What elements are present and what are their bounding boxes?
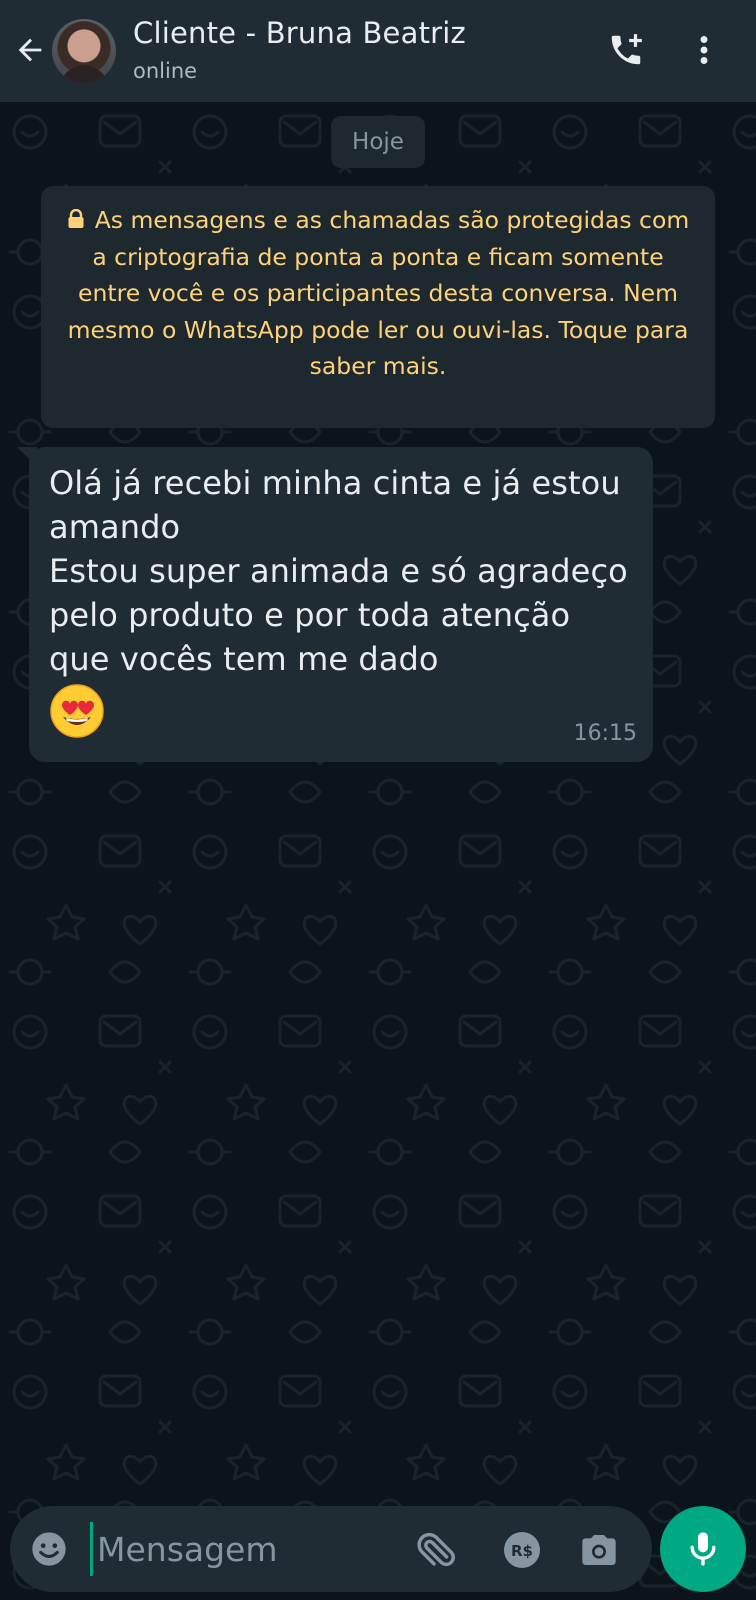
message-bubble-incoming[interactable]: Olá já recebi minha cinta e já estou ama…: [29, 447, 653, 762]
avatar-figure: [60, 65, 108, 83]
message-text: Olá já recebi minha cinta e já estou ama…: [49, 464, 628, 678]
date-chip: Hoje: [331, 116, 425, 168]
arrow-left-icon: [18, 38, 42, 62]
voice-message-button[interactable]: [660, 1506, 746, 1592]
chat-area[interactable]: Hoje As mensagens e as chamadas são prot…: [0, 102, 756, 1600]
emoji-icon: [32, 1532, 66, 1566]
message-timestamp: 16:15: [573, 721, 637, 746]
payment-brl-icon: R$: [504, 1532, 540, 1568]
add-call-icon: [611, 34, 642, 65]
emoji-button[interactable]: [28, 1528, 70, 1570]
camera-button[interactable]: [576, 1528, 622, 1572]
attach-button[interactable]: [414, 1526, 460, 1572]
encryption-notice[interactable]: As mensagens e as chamadas são protegida…: [41, 186, 715, 428]
more-options-button[interactable]: [684, 28, 724, 72]
chat-header: Cliente - Bruna Beatriz online: [0, 0, 756, 102]
back-button[interactable]: [10, 30, 50, 70]
avatar[interactable]: [52, 19, 116, 83]
paperclip-icon: [417, 1532, 455, 1567]
more-vert-icon: [700, 36, 708, 64]
encryption-notice-text: As mensagens e as chamadas são protegida…: [67, 206, 690, 380]
contact-status: online: [133, 59, 198, 83]
message-composer: R$: [10, 1506, 652, 1592]
camera-icon: [582, 1535, 616, 1565]
payment-label: R$: [511, 1542, 533, 1560]
message-input[interactable]: [90, 1522, 390, 1576]
lock-icon: [68, 209, 84, 228]
add-call-button[interactable]: [604, 28, 648, 72]
heart-eyes-emoji-icon: [50, 684, 104, 738]
payment-button[interactable]: R$: [500, 1528, 544, 1572]
contact-name[interactable]: Cliente - Bruna Beatriz: [133, 16, 466, 50]
mic-icon: [690, 1532, 716, 1566]
